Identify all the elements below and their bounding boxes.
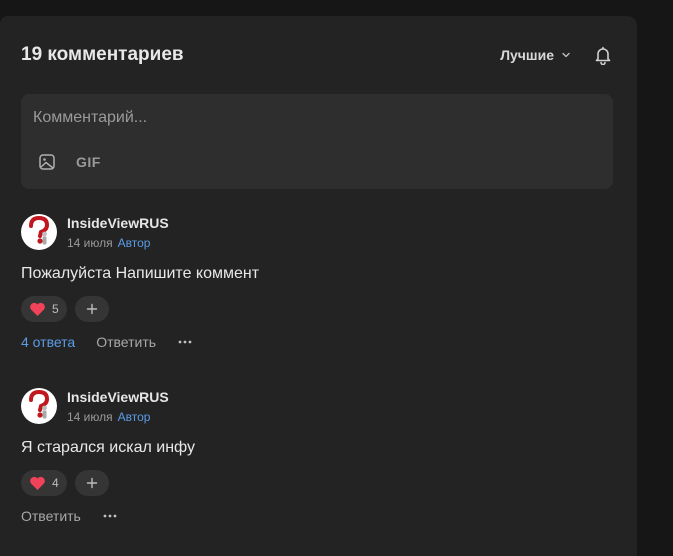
comment-date: 14 июля [67,410,113,424]
plus-icon [86,303,97,315]
reply-button[interactable]: Ответить [96,333,156,351]
replies-link[interactable]: 4 ответа [21,333,75,351]
comment-meta: InsideViewRUS 14 июля Автор [67,214,169,251]
comment-header: InsideViewRUS 14 июля Автор [21,388,611,425]
avatar[interactable] [21,214,57,250]
comment-subline: 14 июля Автор [67,409,169,425]
comments-header: 19 комментариев Лучшие [21,42,613,68]
comments-count-title: 19 комментариев [21,44,184,65]
reactions-row: 4 [21,470,611,496]
add-reaction-button[interactable] [74,296,109,322]
sort-dropdown[interactable]: Лучшие [500,47,571,63]
composer-toolbar: GIF [38,153,101,171]
more-horizontal-icon[interactable] [103,514,117,518]
bell-icon[interactable] [593,45,613,65]
comment-header: InsideViewRUS 14 июля Автор [21,214,611,251]
question-mark-figure-icon [29,389,50,419]
image-icon[interactable] [38,153,56,171]
comment-actions: Ответить [21,507,611,525]
author-badge: Автор [117,410,151,424]
author-name[interactable]: InsideViewRUS [67,389,169,406]
comment-subline: 14 июля Автор [67,235,169,251]
heart-icon [30,302,45,316]
more-horizontal-icon[interactable] [178,340,192,344]
comments-panel: 19 комментариев Лучшие Комментарий... GI… [0,16,637,556]
comment-composer[interactable]: Комментарий... GIF [21,94,613,189]
avatar[interactable] [21,388,57,424]
reaction-count: 4 [52,476,59,490]
add-reaction-button[interactable] [74,470,109,496]
plus-icon [86,477,97,489]
comment-item: InsideViewRUS 14 июля Автор Я старался ис… [21,388,611,525]
sort-label: Лучшие [500,47,554,63]
heart-icon [30,476,45,490]
author-badge: Автор [117,236,151,250]
comment-text: Пожалуйста Напишите коммент [21,265,260,282]
reactions-row: 5 [21,296,611,322]
comment-text: Я старался искал инфу [21,439,196,456]
reply-button[interactable]: Ответить [21,507,81,525]
reaction-count: 5 [52,302,59,316]
comment-meta: InsideViewRUS 14 июля Автор [67,388,169,425]
question-mark-figure-icon [29,215,50,245]
heart-reaction-button[interactable]: 4 [21,470,67,496]
gif-button[interactable]: GIF [76,154,101,170]
heart-reaction-button[interactable]: 5 [21,296,67,322]
comment-input[interactable]: Комментарий... [33,109,147,127]
author-name[interactable]: InsideViewRUS [67,215,169,232]
comment-actions: 4 ответа Ответить [21,333,611,351]
comment-item: InsideViewRUS 14 июля Автор Пожалуйста На… [21,214,611,351]
chevron-down-icon [561,50,571,60]
comment-date: 14 июля [67,236,113,250]
